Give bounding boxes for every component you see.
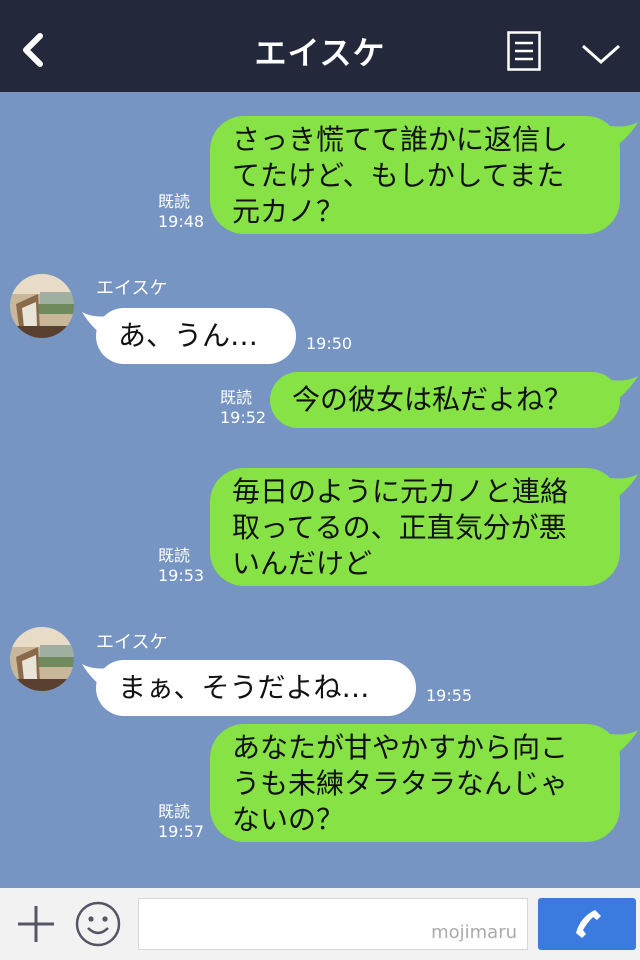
message-time: 19:50 (306, 334, 353, 353)
read-receipt: 既読 (158, 546, 191, 565)
bubble-tail (82, 664, 110, 690)
list-icon (507, 31, 541, 71)
read-receipt: 既読 (158, 192, 191, 211)
bubble-tail (82, 312, 110, 338)
message-time: 19:48 (158, 212, 205, 231)
message-time: 19:57 (158, 822, 205, 841)
avatar-photo (10, 274, 74, 338)
collapse-button[interactable] (580, 40, 622, 68)
phone-icon (576, 910, 601, 938)
chat-title: エイスケ (254, 34, 386, 72)
attach-button[interactable] (14, 902, 58, 946)
sender-name: エイスケ (96, 278, 168, 299)
watermark-text: mojimaru (431, 922, 517, 943)
message-meta: 既読 19:48 (158, 192, 204, 232)
bubble-tail (610, 376, 638, 402)
bubble-tail (610, 474, 638, 500)
my-message-bubble[interactable]: 毎日のように元カノと連絡 取ってるの、正直気分が悪 いんだけど (210, 468, 620, 586)
bubble-tail (610, 730, 638, 756)
bubble-tail (610, 122, 638, 148)
my-message-bubble[interactable]: さっき慌てて誰かに返信し てたけど、もしかしてまた 元カノ？ (210, 116, 620, 234)
my-message-bubble[interactable]: 今の彼女は私だよね？ (270, 372, 620, 428)
message-input[interactable]: mojimaru (138, 898, 528, 950)
their-message-bubble[interactable]: あ、うん… (96, 308, 296, 364)
message-time: 19:52 (220, 408, 267, 427)
plus-icon (18, 906, 54, 942)
smiley-icon (75, 901, 121, 947)
read-receipt: 既読 (158, 802, 191, 821)
call-button[interactable] (538, 898, 636, 950)
sender-name: エイスケ (96, 632, 168, 653)
message-meta: 既読 19:57 (158, 802, 204, 842)
chat-area[interactable]: さっき慌てて誰かに返信し てたけど、もしかしてまた 元カノ？ 既読 19:48 … (0, 92, 640, 888)
message-meta: 既読 19:53 (158, 546, 204, 586)
menu-button[interactable] (507, 31, 541, 71)
chevron-down-icon (582, 44, 620, 65)
read-receipt: 既読 (220, 388, 253, 407)
chat-header: エイスケ (0, 0, 640, 92)
emoji-button[interactable] (74, 900, 122, 948)
avatar[interactable] (10, 274, 74, 338)
avatar[interactable] (10, 627, 74, 691)
message-time: 19:53 (158, 566, 205, 585)
input-bar: mojimaru (0, 888, 640, 960)
message-time: 19:55 (426, 686, 473, 705)
message-meta: 既読 19:52 (220, 388, 266, 428)
my-message-bubble[interactable]: あなたが甘やかすから向こ うも未練タラタラなんじゃ ないの？ (210, 724, 620, 842)
avatar-photo (10, 627, 74, 691)
their-message-bubble[interactable]: まぁ、そうだよね… (96, 660, 416, 716)
